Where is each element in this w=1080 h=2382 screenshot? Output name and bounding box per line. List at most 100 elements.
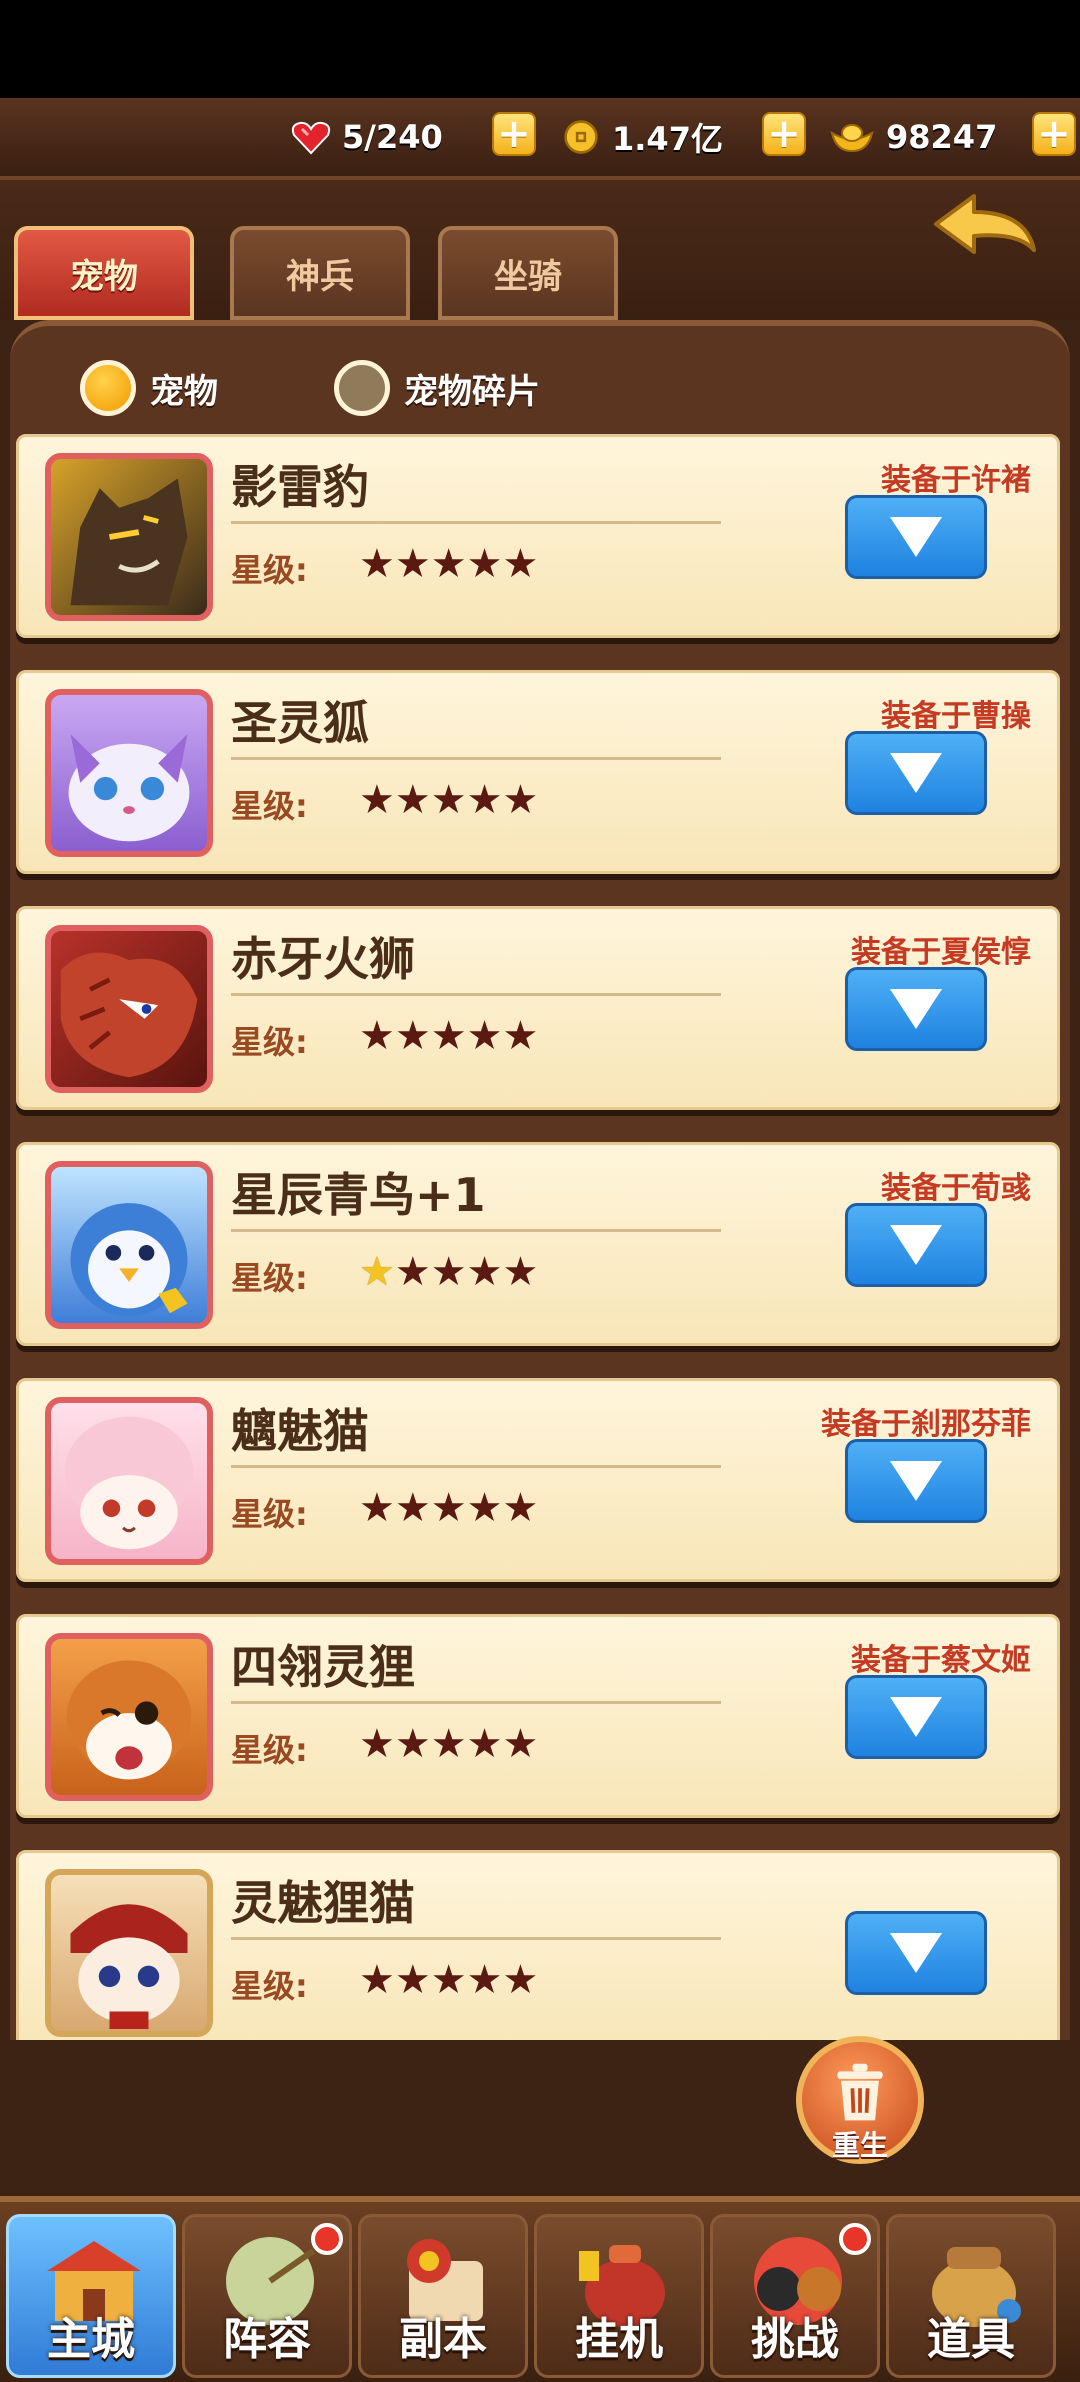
pet-name: 星辰青鸟+1 <box>231 1168 486 1222</box>
bottom-nav: 主城 阵容 副本 挂机 挑战 道具 <box>0 2196 1080 2382</box>
divider <box>231 1229 721 1232</box>
pet-card[interactable]: 魑魅猫 星级: ★★★★★ 装备于刹那芬菲 <box>16 1378 1060 1582</box>
expand-button[interactable] <box>845 1203 987 1287</box>
expand-button[interactable] <box>845 495 987 579</box>
pet-card[interactable]: 星辰青鸟+1 星级: ★★★★★ 装备于荀彧 <box>16 1142 1060 1346</box>
star-label: 星级: <box>231 551 308 589</box>
notification-badge <box>311 2223 343 2255</box>
equipped-label: 装备于曹操 <box>881 699 1031 734</box>
divider <box>231 757 721 760</box>
pet-name: 圣灵狐 <box>231 696 369 750</box>
pet-avatar-fox <box>45 689 213 857</box>
nav-dungeon[interactable]: 副本 <box>358 2214 528 2378</box>
heart-gem-icon <box>291 121 331 155</box>
divider <box>231 1937 721 1940</box>
coin-resource: 1.47亿 <box>560 112 723 162</box>
star-label: 星级: <box>231 1023 308 1061</box>
triangle-down-icon <box>890 1225 942 1265</box>
divider <box>231 521 721 524</box>
pet-avatar-cat <box>45 1397 213 1565</box>
star-label: 星级: <box>231 1259 308 1297</box>
star-label: 星级: <box>231 1967 308 2005</box>
filter-pets[interactable]: 宠物 <box>80 356 218 420</box>
nav-lineup[interactable]: 阵容 <box>182 2214 352 2378</box>
triangle-down-icon <box>890 1933 942 1973</box>
pet-card[interactable]: 灵魅狸猫 星级: ★★★★★ <box>16 1850 1060 2040</box>
nav-label: 道具 <box>927 2314 1015 2365</box>
star-rating: ★★★★★ <box>359 1957 539 2003</box>
equipped-label: 装备于荀彧 <box>881 1171 1031 1206</box>
triangle-down-icon <box>890 1697 942 1737</box>
nav-main-city[interactable]: 主城 <box>6 2214 176 2378</box>
star-rating: ★★★★★ <box>359 777 539 823</box>
expand-button[interactable] <box>845 1439 987 1523</box>
coin-value: 1.47亿 <box>612 120 723 158</box>
equipped-label: 装备于夏侯惇 <box>851 935 1031 970</box>
filter-pet-fragments[interactable]: 宠物碎片 <box>334 356 540 420</box>
expand-button[interactable] <box>845 1911 987 1995</box>
star-label: 星级: <box>231 787 308 825</box>
stamina-value: 5/240 <box>342 118 443 156</box>
pet-card[interactable]: 赤牙火狮 星级: ★★★★★ 装备于夏侯惇 <box>16 906 1060 1110</box>
divider <box>231 1465 721 1468</box>
star-rating: ★★★★★ <box>359 541 539 587</box>
filter-pet-fragments-label: 宠物碎片 <box>404 371 540 412</box>
equipped-label: 装备于蔡文姬 <box>851 1643 1031 1678</box>
pet-name: 影雷豹 <box>231 460 369 514</box>
triangle-down-icon <box>890 1461 942 1501</box>
pet-avatar-leopard <box>45 453 213 621</box>
coin-icon <box>564 120 598 154</box>
tab-weapons[interactable]: 神兵 <box>230 226 410 320</box>
nav-label: 副本 <box>399 2314 487 2365</box>
ingot-resource: 98247 <box>828 112 997 162</box>
star-rating: ★★★★★ <box>359 1249 539 1295</box>
tab-header: 宠物 神兵 坐骑 <box>0 180 1080 320</box>
rebirth-label: 重生 <box>831 2129 888 2162</box>
triangle-down-icon <box>890 753 942 793</box>
pet-name: 赤牙火狮 <box>231 932 415 986</box>
triangle-down-icon <box>890 517 942 557</box>
radio-pets[interactable] <box>80 360 136 416</box>
nav-label: 阵容 <box>223 2314 311 2365</box>
filter-pets-label: 宠物 <box>150 371 218 412</box>
pet-name: 灵魅狸猫 <box>231 1876 415 1930</box>
pet-list-panel: 宠物 宠物碎片 影雷豹 星级: ★★★★★ 装备于许褚 圣灵狐 星级: ★★★★… <box>10 320 1070 2040</box>
expand-button[interactable] <box>845 1675 987 1759</box>
pet-name: 四翎灵狸 <box>231 1640 415 1694</box>
back-arrow-icon[interactable] <box>930 190 1040 280</box>
gold-ingot-icon <box>830 124 874 153</box>
equipped-label: 装备于刹那芬菲 <box>821 1407 1031 1442</box>
star-rating: ★★★★★ <box>359 1721 539 1767</box>
divider <box>231 993 721 996</box>
radio-pet-fragments[interactable] <box>334 360 390 416</box>
pet-avatar-raccoon <box>45 1633 213 1801</box>
stamina-resource: 5/240 <box>290 112 443 162</box>
add-ingot-button[interactable]: + <box>1032 112 1076 156</box>
tab-mounts[interactable]: 坐骑 <box>438 226 618 320</box>
pet-avatar-lion <box>45 925 213 1093</box>
nav-idle[interactable]: 挂机 <box>534 2214 704 2378</box>
pet-avatar-lynx <box>45 1869 213 2037</box>
expand-button[interactable] <box>845 731 987 815</box>
nav-label: 主城 <box>47 2314 135 2365</box>
status-bar <box>0 0 1080 98</box>
star-label: 星级: <box>231 1495 308 1533</box>
star-rating: ★★★★★ <box>359 1013 539 1059</box>
pet-card[interactable]: 四翎灵狸 星级: ★★★★★ 装备于蔡文姬 <box>16 1614 1060 1818</box>
pet-avatar-bird <box>45 1161 213 1329</box>
add-coin-button[interactable]: + <box>762 112 806 156</box>
add-stamina-button[interactable]: + <box>492 112 536 156</box>
star-label: 星级: <box>231 1731 308 1769</box>
nav-items[interactable]: 道具 <box>886 2214 1056 2378</box>
rebirth-button[interactable]: 重生 <box>796 2036 924 2164</box>
star-rating: ★★★★★ <box>359 1485 539 1531</box>
tab-pets[interactable]: 宠物 <box>14 226 194 320</box>
expand-button[interactable] <box>845 967 987 1051</box>
divider <box>231 1701 721 1704</box>
resource-bar: 5/240 + 1.47亿 + 98247 + <box>0 98 1080 180</box>
equipped-label: 装备于许褚 <box>881 463 1031 498</box>
nav-challenge[interactable]: 挑战 <box>710 2214 880 2378</box>
nav-label: 挑战 <box>751 2314 839 2365</box>
pet-card[interactable]: 圣灵狐 星级: ★★★★★ 装备于曹操 <box>16 670 1060 874</box>
pet-card[interactable]: 影雷豹 星级: ★★★★★ 装备于许褚 <box>16 434 1060 638</box>
